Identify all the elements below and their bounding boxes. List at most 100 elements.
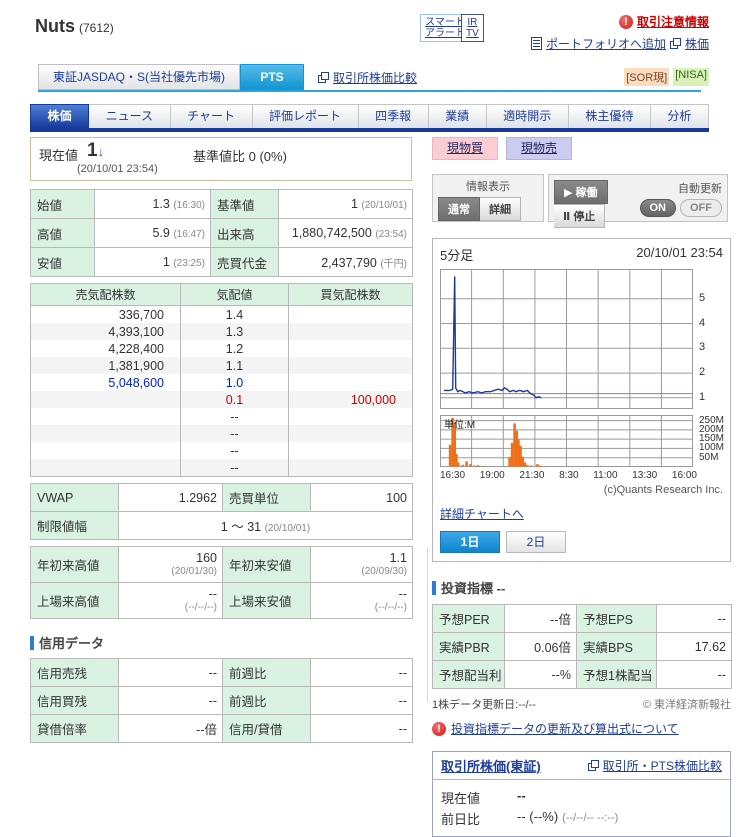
- exchange-pts-compare-link[interactable]: 取引所・PTS株価比較: [603, 757, 722, 774]
- pause-icon: Ⅱ: [563, 211, 570, 223]
- table-row: 実績PBR0.06倍 実績BPS17.62: [433, 633, 732, 661]
- chart-timestamp: 20/10/01 23:54: [636, 245, 723, 264]
- tab-benefits[interactable]: 株主優待: [569, 104, 651, 129]
- tab-news[interactable]: ニュース: [89, 104, 170, 129]
- change-vs-base: 基準値比 0 (0%): [193, 146, 287, 165]
- data-update-date: 1株データ更新日:--/--: [432, 696, 536, 712]
- trade-caution-link[interactable]: 取引注意情報: [637, 13, 709, 30]
- exchange-price-box: 取引所株価(東証) 取引所・PTS株価比較 現在値-- 前日比-- (--%)(…: [432, 751, 731, 837]
- volume-chart: [440, 415, 693, 467]
- current-price-value: 1↓: [87, 140, 104, 162]
- table-row: 安値 1 (23:25) 売買代金 2,437,790 (千円): [31, 248, 413, 277]
- exchange-change-row: 前日比-- (--%)(--/--/-- --:--): [441, 809, 722, 828]
- window-icon: [670, 38, 681, 49]
- table-row: 制限値幅 1 ～ 31 (20/10/01): [31, 512, 413, 540]
- ir-tv-button[interactable]: IR TV: [461, 14, 484, 42]
- portfolio-icon: [531, 37, 542, 50]
- sell-button[interactable]: 現物売: [506, 137, 572, 160]
- column-divider: [427, 547, 428, 702]
- table-row: 予想配当利--% 予想1株配当--: [433, 661, 732, 689]
- auto-update-off-button[interactable]: OFF: [680, 199, 722, 217]
- tab-earnings[interactable]: 業績: [429, 104, 487, 129]
- table-row: 上場来高値 --(--/--/--) 上場来安値 --(--/--/--): [31, 583, 413, 619]
- buy-button[interactable]: 現物買: [432, 137, 498, 160]
- vwap-table: VWAP 1.2962 売買単位 100 制限値幅 1 ～ 31 (20/10/…: [30, 483, 413, 540]
- market-tab-underline: [38, 90, 701, 92]
- detail-chart-link[interactable]: 詳細チャートへ: [440, 507, 524, 521]
- window-icon: [588, 760, 599, 771]
- period-1day-button[interactable]: 1日: [440, 531, 500, 553]
- price-chart: [440, 269, 693, 409]
- exchange-compare-link[interactable]: 取引所株価比較: [333, 69, 417, 86]
- table-row: 始値 1.3 (16:30) 基準値 1 (20/10/01): [31, 190, 413, 219]
- exchange-price-link[interactable]: 取引所株価(東証): [441, 756, 541, 775]
- intraday-chart-panel: 5分足 20/10/01 23:54 単位:M 54321 250M200M15…: [432, 238, 731, 562]
- order-book-table: 売気配株数 気配値 買気配株数 336,7001.4 4,393,1001.3 …: [30, 283, 413, 477]
- volume-unit-label: 単位:M: [444, 416, 475, 431]
- info-display-box: 情報表示 通常詳細: [432, 174, 544, 222]
- table-row: 信用買残-- 前週比--: [31, 687, 413, 715]
- order-book-row: --: [31, 459, 413, 477]
- nav-tabs-bottom-bar: [30, 128, 709, 132]
- stock-name: Nuts: [35, 16, 75, 36]
- tab-stock-price[interactable]: 株価: [30, 104, 89, 129]
- tab-market-pts[interactable]: PTS: [240, 64, 304, 90]
- table-row: VWAP 1.2962 売買単位 100: [31, 484, 413, 512]
- play-icon: ▶: [564, 187, 572, 199]
- indicators-section-heading: 投資指標 --: [432, 578, 731, 597]
- formula-info-link[interactable]: 投資指標データの更新及び算出式について: [451, 720, 679, 737]
- tab-analysis[interactable]: 分析: [651, 104, 709, 129]
- stock-code: (7612): [79, 21, 114, 35]
- normal-mode-button[interactable]: 通常: [438, 197, 480, 221]
- table-row: 予想PER--倍 予想EPS--: [433, 605, 732, 633]
- market-tab-bar: 東証JASDAQ・S(当社優先市場) PTS 取引所株価比較: [38, 64, 701, 90]
- current-price-label: 現在値: [39, 145, 78, 164]
- chart-period-buttons: 1日 2日: [440, 531, 723, 553]
- data-source: © 東洋経済新報社: [643, 696, 731, 712]
- trade-actions: 現物買 現物売: [432, 137, 731, 160]
- tab-market-tse-jasdaq[interactable]: 東証JASDAQ・S(当社優先市場): [38, 64, 240, 90]
- price-link[interactable]: 株価: [685, 35, 709, 52]
- tab-disclosure[interactable]: 適時開示: [487, 104, 569, 129]
- current-price-box: 現在値 1↓ (20/10/01 23:54) 基準値比 0 (0%): [30, 137, 412, 181]
- order-book-row: 336,7001.4: [31, 306, 413, 324]
- alert-icon: !: [432, 722, 446, 736]
- stop-button[interactable]: Ⅱ 停止: [554, 204, 605, 228]
- order-book-row: 4,228,4001.2: [31, 340, 413, 357]
- tab-shikiho[interactable]: 四季報: [359, 104, 429, 129]
- detail-mode-button[interactable]: 詳細: [480, 197, 521, 221]
- header-links: ! 取引注意情報 ポートフォリオへ追加 株価: [531, 13, 709, 57]
- nisa-badge: [NISA]: [673, 68, 709, 86]
- order-book-row: --: [31, 442, 413, 459]
- alert-icon: !: [619, 15, 633, 29]
- price-range-table: 年初来高値 160(20/01/30) 年初来安値 1.1(20/09/30) …: [30, 546, 413, 619]
- indicators-table: 予想PER--倍 予想EPS-- 実績PBR0.06倍 実績BPS17.62 予…: [432, 604, 732, 689]
- indicators-note: 1株データ更新日:--/-- © 東洋経済新報社: [432, 696, 731, 712]
- auto-update-on-button[interactable]: ON: [640, 199, 677, 217]
- credit-section-heading: 信用データ: [30, 633, 412, 652]
- table-row: 高値 5.9 (16:47) 出来高 1,880,742,500 (23:54): [31, 219, 413, 248]
- run-button[interactable]: ▶ 稼働: [554, 180, 608, 204]
- credit-data-table: 信用売残-- 前週比-- 信用買残-- 前週比-- 貸借倍率--倍 信用/貸借-…: [30, 658, 413, 743]
- order-book-row-best-buy: 0.1100,000: [31, 391, 413, 408]
- order-book-row: 1,381,9001.1: [31, 357, 413, 374]
- display-controls: 情報表示 通常詳細 ▶ 稼働Ⅱ 停止 自動更新 ON OFF: [432, 174, 731, 222]
- auto-update-box: ▶ 稼働Ⅱ 停止 自動更新 ON OFF: [548, 174, 728, 222]
- order-book-row: 4,393,1001.3: [31, 323, 413, 340]
- ohlc-table: 始値 1.3 (16:30) 基準値 1 (20/10/01) 高値 5.9 (…: [30, 189, 413, 277]
- heading-bar: [432, 581, 436, 595]
- order-book-row-best-sell: 5,048,6001.0: [31, 374, 413, 391]
- sor-badge: [SOR現]: [624, 68, 669, 86]
- page-title: Nuts (7612): [35, 16, 114, 37]
- add-portfolio-link[interactable]: ポートフォリオへ追加: [546, 35, 666, 52]
- chart-interval-label: 5分足: [440, 245, 473, 264]
- order-book-row: --: [31, 408, 413, 425]
- down-arrow-icon: ↓: [98, 144, 105, 159]
- order-book-row: --: [31, 425, 413, 442]
- period-2day-button[interactable]: 2日: [506, 531, 566, 553]
- exchange-current-price-row: 現在値--: [441, 788, 722, 807]
- tab-report[interactable]: 評価レポート: [253, 104, 359, 129]
- tab-chart[interactable]: チャート: [171, 104, 253, 129]
- table-row: 年初来高値 160(20/01/30) 年初来安値 1.1(20/09/30): [31, 547, 413, 583]
- badges: [SOR現] [NISA]: [624, 68, 709, 86]
